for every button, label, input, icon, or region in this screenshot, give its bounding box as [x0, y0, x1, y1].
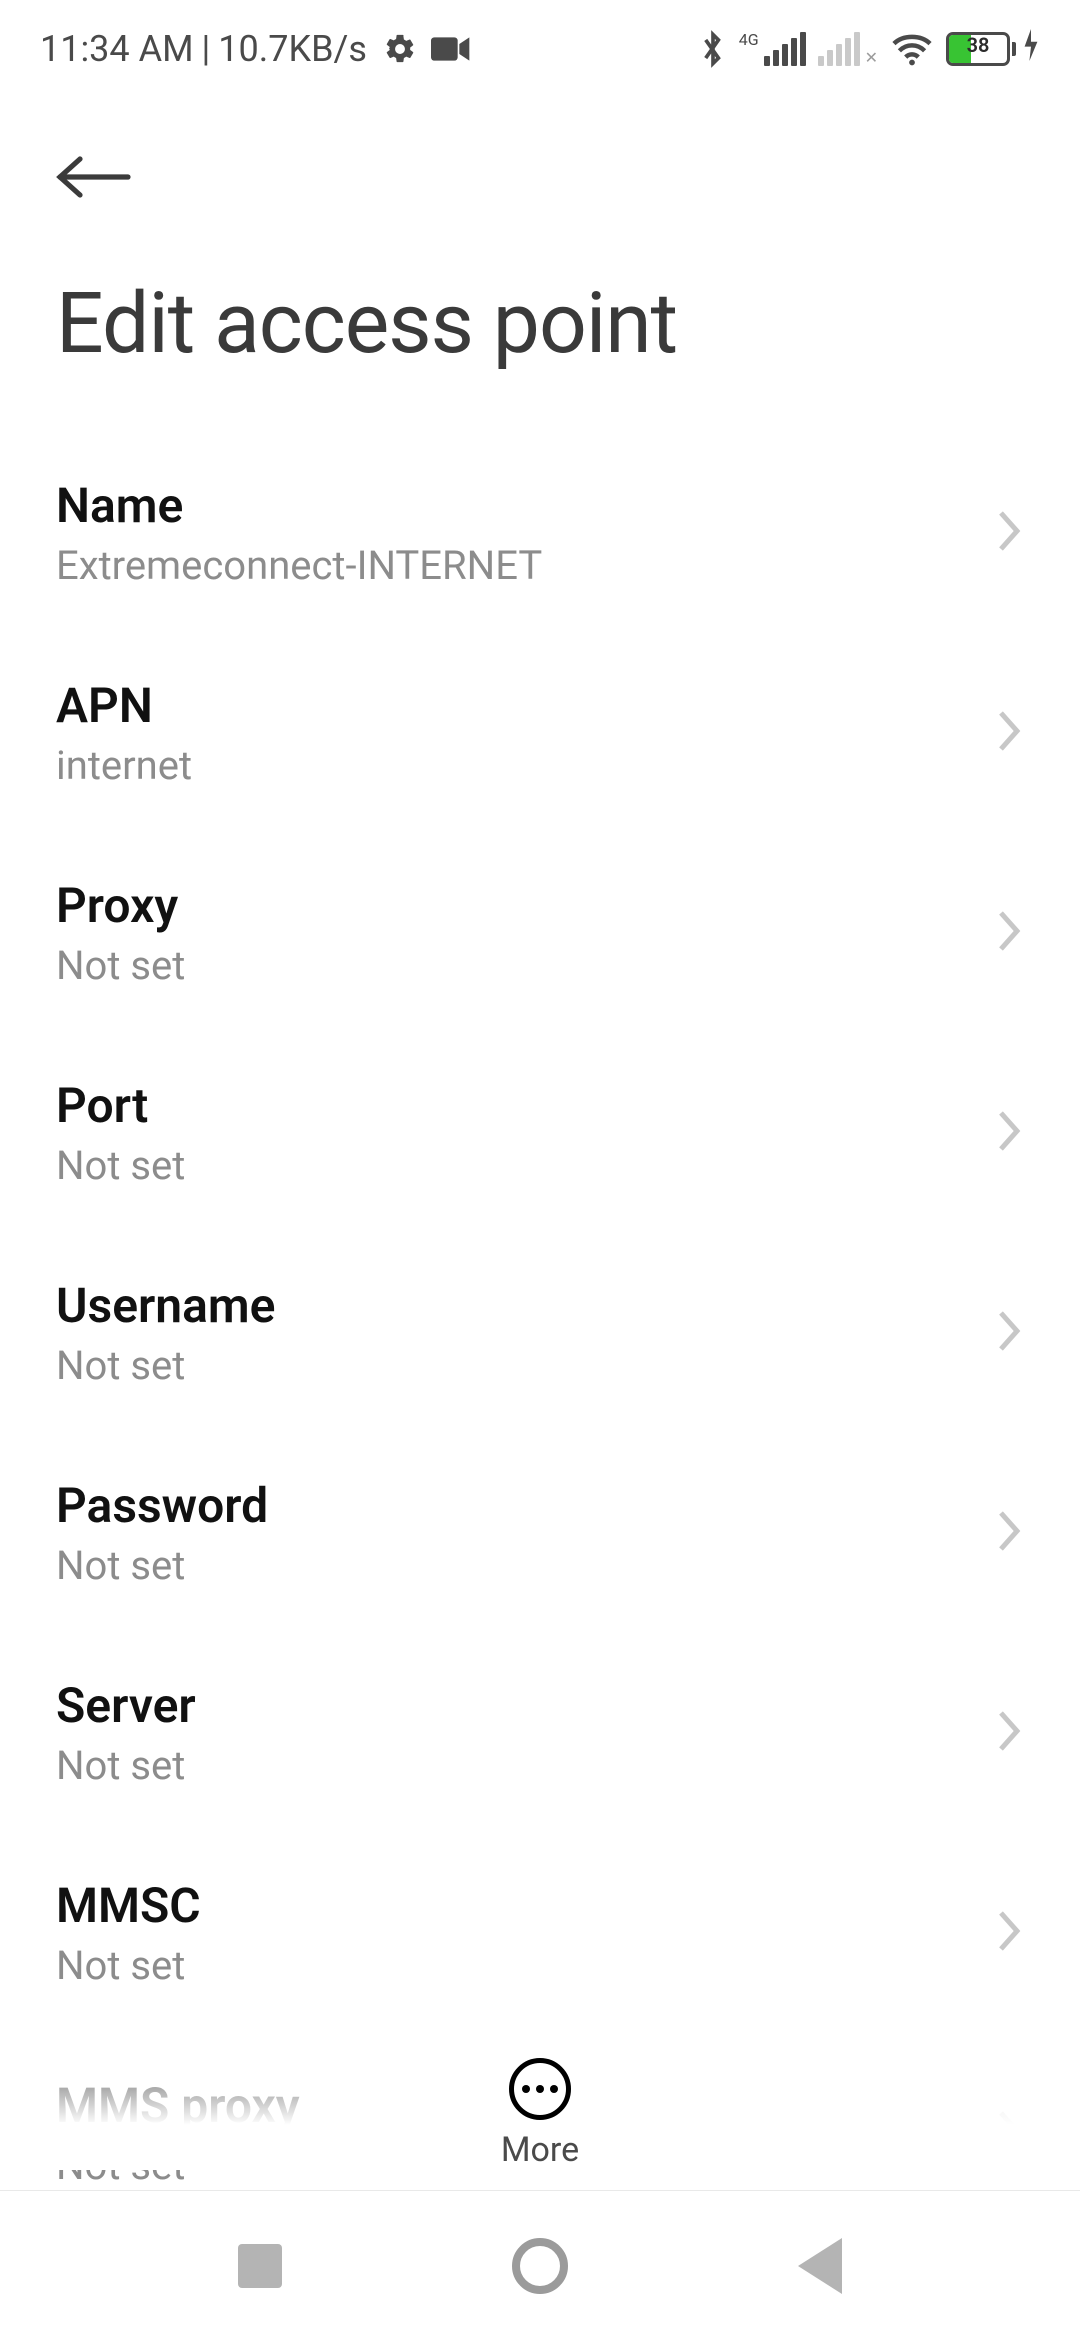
row-label: Password: [56, 1477, 994, 1534]
chevron-right-icon: [994, 707, 1024, 759]
status-right: 4G ✕ 38: [699, 28, 1040, 70]
row-value: Not set: [56, 942, 994, 989]
status-time: 11:34 AM: [40, 28, 194, 70]
row-label: Proxy: [56, 877, 994, 934]
signal-2-x-icon: ✕: [865, 50, 878, 66]
row-proxy[interactable]: Proxy Not set: [0, 833, 1080, 1033]
charging-icon: [1022, 28, 1040, 70]
chevron-right-icon: [994, 1107, 1024, 1159]
bluetooth-icon: [699, 29, 727, 69]
more-button[interactable]: More: [501, 2058, 579, 2170]
page-title: Edit access point: [56, 274, 1024, 373]
status-separator: |: [202, 28, 211, 70]
gear-icon: [383, 32, 417, 66]
row-label: Port: [56, 1077, 994, 1134]
status-bar: 11:34 AM | 10.7KB/s 4G ✕ 38: [0, 0, 1080, 90]
row-label: Server: [56, 1677, 994, 1734]
header: Edit access point: [0, 90, 1080, 403]
settings-list: Name Extremeconnect-INTERNET APN interne…: [0, 403, 1080, 2233]
row-value: internet: [56, 742, 994, 789]
wifi-icon: [890, 31, 934, 67]
navigation-bar: [0, 2190, 1080, 2340]
row-label: Name: [56, 477, 994, 534]
signal-1: 4G: [739, 32, 806, 66]
camera-icon: [431, 34, 471, 64]
chevron-right-icon: [994, 1307, 1024, 1359]
nav-recent-button[interactable]: [220, 2226, 300, 2306]
chevron-right-icon: [994, 1907, 1024, 1959]
row-name[interactable]: Name Extremeconnect-INTERNET: [0, 433, 1080, 633]
chevron-right-icon: [994, 507, 1024, 559]
nav-home-button[interactable]: [500, 2226, 580, 2306]
more-icon: [509, 2058, 571, 2120]
signal-2: ✕: [818, 32, 878, 66]
status-left: 11:34 AM | 10.7KB/s: [40, 28, 471, 70]
row-label: APN: [56, 677, 994, 734]
battery-pct: 38: [946, 28, 1010, 62]
row-label: Username: [56, 1277, 994, 1334]
row-value: Extremeconnect-INTERNET: [56, 542, 994, 589]
chevron-right-icon: [994, 1707, 1024, 1759]
row-value: Not set: [56, 1542, 994, 1589]
row-server[interactable]: Server Not set: [0, 1633, 1080, 1833]
status-data-rate: 10.7KB/s: [218, 28, 367, 70]
row-apn[interactable]: APN internet: [0, 633, 1080, 833]
row-value: Not set: [56, 1942, 994, 1989]
row-mmsc[interactable]: MMSC Not set: [0, 1833, 1080, 2033]
row-value: Not set: [56, 1742, 994, 1789]
row-value: Not set: [56, 1342, 994, 1389]
nav-back-button[interactable]: [780, 2226, 860, 2306]
battery-indicator: 38: [946, 28, 1040, 70]
row-value: Not set: [56, 1142, 994, 1189]
signal-1-label: 4G: [739, 32, 759, 48]
chevron-right-icon: [994, 1507, 1024, 1559]
back-button[interactable]: [56, 150, 136, 204]
chevron-right-icon: [994, 907, 1024, 959]
row-username[interactable]: Username Not set: [0, 1233, 1080, 1433]
row-port[interactable]: Port Not set: [0, 1033, 1080, 1233]
more-label: More: [501, 2130, 579, 2170]
row-label: MMSC: [56, 1877, 994, 1934]
row-password[interactable]: Password Not set: [0, 1433, 1080, 1633]
